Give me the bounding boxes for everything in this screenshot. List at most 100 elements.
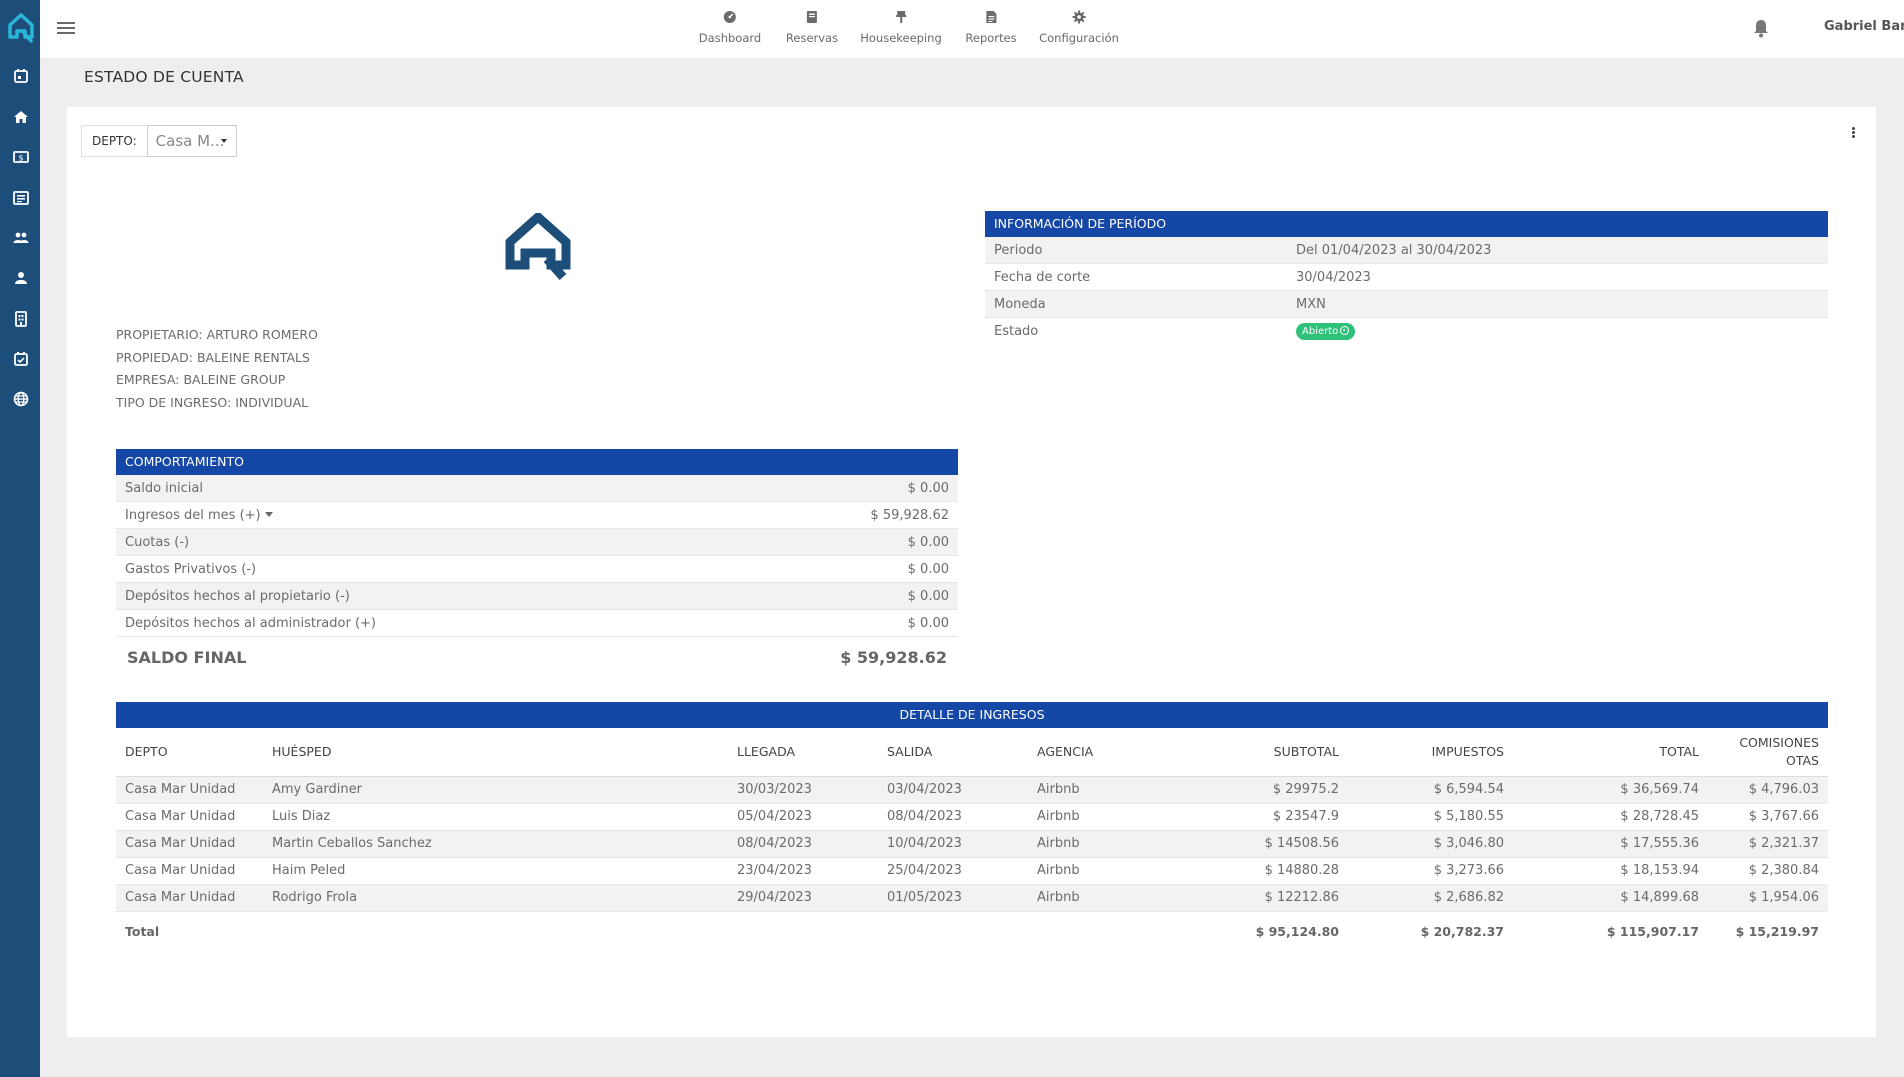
comportamiento-row: Gastos Privativos (-) $ 0.00 bbox=[116, 556, 958, 583]
period-row-value: Del 01/04/2023 al 30/04/2023 bbox=[1296, 243, 1492, 258]
nav-configuracion[interactable]: Configuración bbox=[1039, 10, 1119, 46]
comportamiento-panel: COMPORTAMIENTO Saldo inicial $ 0.00 Ingr… bbox=[116, 449, 958, 667]
period-row-value: MXN bbox=[1296, 297, 1326, 312]
comportamiento-row: Depósitos hechos al propietario (-) $ 0.… bbox=[116, 583, 958, 610]
column-header[interactable]: LLEGADA bbox=[728, 728, 878, 777]
more-options-icon[interactable] bbox=[1852, 127, 1856, 139]
depto-select[interactable]: Casa M... bbox=[146, 125, 237, 157]
comportamiento-title: COMPORTAMIENTO bbox=[116, 449, 958, 475]
column-header[interactable]: DEPTO bbox=[116, 728, 263, 777]
calendar-icon[interactable] bbox=[11, 66, 30, 85]
comportamiento-row-value: $ 0.00 bbox=[907, 481, 949, 496]
column-header[interactable]: SALIDA bbox=[878, 728, 1028, 777]
detalle-ingresos-title: DETALLE DE INGRESOS bbox=[116, 702, 1828, 728]
detalle-ingresos-panel: DETALLE DE INGRESOS DEPTO HUÉSPED LLEGAD… bbox=[116, 702, 1828, 951]
period-row: Moneda MXN bbox=[985, 291, 1828, 318]
cell-subtotal: $ 23547.9 bbox=[1178, 803, 1348, 831]
depto-filter: DEPTO: Casa M... bbox=[81, 125, 237, 157]
calendar-check-icon[interactable] bbox=[11, 349, 30, 368]
home-icon[interactable] bbox=[11, 107, 30, 126]
comportamiento-row: Ingresos del mes (+) $ 59,928.62 bbox=[116, 502, 958, 529]
news-icon[interactable] bbox=[11, 188, 30, 207]
detalle-ingresos-table: DEPTO HUÉSPED LLEGADA SALIDA AGENCIA SUB… bbox=[116, 728, 1828, 951]
comportamiento-row-label: Depósitos hechos al propietario (-) bbox=[125, 589, 350, 604]
cell-subtotal: $ 14880.28 bbox=[1178, 857, 1348, 885]
bell-icon[interactable] bbox=[1752, 18, 1770, 38]
total-subtotal: $ 95,124.80 bbox=[1255, 923, 1339, 939]
ingresos-toggle[interactable]: Ingresos del mes (+) bbox=[125, 502, 273, 528]
cell-impuestos: $ 6,594.54 bbox=[1348, 776, 1513, 804]
nav-dashboard[interactable]: Dashboard bbox=[699, 10, 761, 46]
cell-impuestos: $ 3,046.80 bbox=[1348, 830, 1513, 858]
cell-salida: 10/04/2023 bbox=[878, 830, 1028, 858]
app-logo-icon[interactable] bbox=[8, 13, 34, 43]
menu-icon[interactable] bbox=[57, 22, 75, 35]
caret-down-icon[interactable] bbox=[264, 512, 273, 517]
comportamiento-row-label: Ingresos del mes (+) bbox=[125, 508, 261, 523]
cell-salida: 25/04/2023 bbox=[878, 857, 1028, 885]
period-row-label: Periodo bbox=[994, 243, 1043, 258]
column-header[interactable]: TOTAL bbox=[1513, 728, 1708, 777]
cell-comisiones: $ 3,767.66 bbox=[1708, 803, 1828, 831]
user-name[interactable]: Gabriel Banda bbox=[1824, 19, 1904, 34]
cell-agencia: Airbnb bbox=[1028, 830, 1178, 858]
cell-huesped: Luis Diaz bbox=[263, 803, 728, 831]
cell-huesped: Martin Ceballos Sanchez bbox=[263, 830, 728, 858]
cell-llegada: 30/03/2023 bbox=[728, 776, 878, 804]
depto-label: DEPTO: bbox=[81, 125, 147, 157]
nav-label: Housekeeping bbox=[860, 31, 942, 45]
sidebar: $ bbox=[0, 0, 40, 1077]
period-row: Periodo Del 01/04/2023 al 30/04/2023 bbox=[985, 237, 1828, 264]
nav-reportes[interactable]: Reportes bbox=[965, 10, 1017, 46]
housekeeping-icon bbox=[896, 11, 906, 23]
cell-salida: 08/04/2023 bbox=[878, 803, 1028, 831]
period-info-panel: INFORMACIÓN DE PERÍODO Periodo Del 01/04… bbox=[985, 211, 1828, 345]
cell-comisiones: $ 1,954.06 bbox=[1708, 884, 1828, 912]
gear-icon bbox=[1072, 10, 1086, 24]
comportamiento-row: Cuotas (-) $ 0.00 bbox=[116, 529, 958, 556]
globe-icon[interactable] bbox=[11, 389, 30, 408]
period-row: Fecha de corte 30/04/2023 bbox=[985, 264, 1828, 291]
column-header[interactable]: IMPUESTOS bbox=[1348, 728, 1513, 777]
period-row: Estado Abierto bbox=[985, 318, 1828, 345]
book-icon bbox=[806, 11, 817, 23]
cell-huesped: Haim Peled bbox=[263, 857, 728, 885]
comportamiento-row-label: Saldo inicial bbox=[125, 481, 203, 496]
page-title: ESTADO DE CUENTA bbox=[84, 68, 244, 86]
period-row-label: Fecha de corte bbox=[994, 270, 1091, 285]
caret-down-icon bbox=[220, 139, 227, 143]
status-open-icon bbox=[1340, 326, 1350, 335]
period-row-label: Moneda bbox=[994, 297, 1046, 312]
total-total: $ 115,907.17 bbox=[1606, 923, 1699, 939]
cell-impuestos: $ 2,686.82 bbox=[1348, 884, 1513, 912]
building-icon[interactable] bbox=[11, 309, 30, 328]
nav-housekeeping[interactable]: Housekeeping bbox=[860, 10, 942, 46]
column-header[interactable]: HUÉSPED bbox=[263, 728, 728, 777]
cell-salida: 03/04/2023 bbox=[878, 776, 1028, 804]
user-icon[interactable] bbox=[11, 268, 30, 287]
nav-reservas[interactable]: Reservas bbox=[786, 10, 838, 46]
comportamiento-row-value: $ 0.00 bbox=[907, 562, 949, 577]
comportamiento-row-value: $ 59,928.62 bbox=[870, 508, 949, 523]
cell-comisiones: $ 4,796.03 bbox=[1708, 776, 1828, 804]
money-icon[interactable]: $ bbox=[11, 147, 30, 166]
total-comisiones: $ 15,219.97 bbox=[1735, 923, 1819, 939]
users-icon[interactable] bbox=[11, 228, 30, 247]
cell-llegada: 29/04/2023 bbox=[728, 884, 878, 912]
cell-huesped: Amy Gardiner bbox=[263, 776, 728, 804]
column-header[interactable]: SUBTOTAL bbox=[1178, 728, 1348, 777]
column-header[interactable]: COMISIONES OTAS bbox=[1708, 728, 1828, 777]
cell-subtotal: $ 14508.56 bbox=[1178, 830, 1348, 858]
owner-tipo: TIPO DE INGRESO: INDIVIDUAL bbox=[116, 394, 309, 410]
cell-total: $ 14,899.68 bbox=[1513, 884, 1708, 912]
owner-propiedad: PROPIEDAD: BALEINE RENTALS bbox=[116, 349, 310, 365]
cell-agencia: Airbnb bbox=[1028, 776, 1178, 804]
cell-agencia: Airbnb bbox=[1028, 884, 1178, 912]
cell-salida: 01/05/2023 bbox=[878, 884, 1028, 912]
column-header[interactable]: AGENCIA bbox=[1028, 728, 1178, 777]
cell-depto: Casa Mar Unidad bbox=[116, 776, 263, 804]
cell-llegada: 23/04/2023 bbox=[728, 857, 878, 885]
cell-depto: Casa Mar Unidad bbox=[116, 830, 263, 858]
total-label: Total bbox=[125, 923, 160, 939]
cell-huesped: Rodrigo Frola bbox=[263, 884, 728, 912]
